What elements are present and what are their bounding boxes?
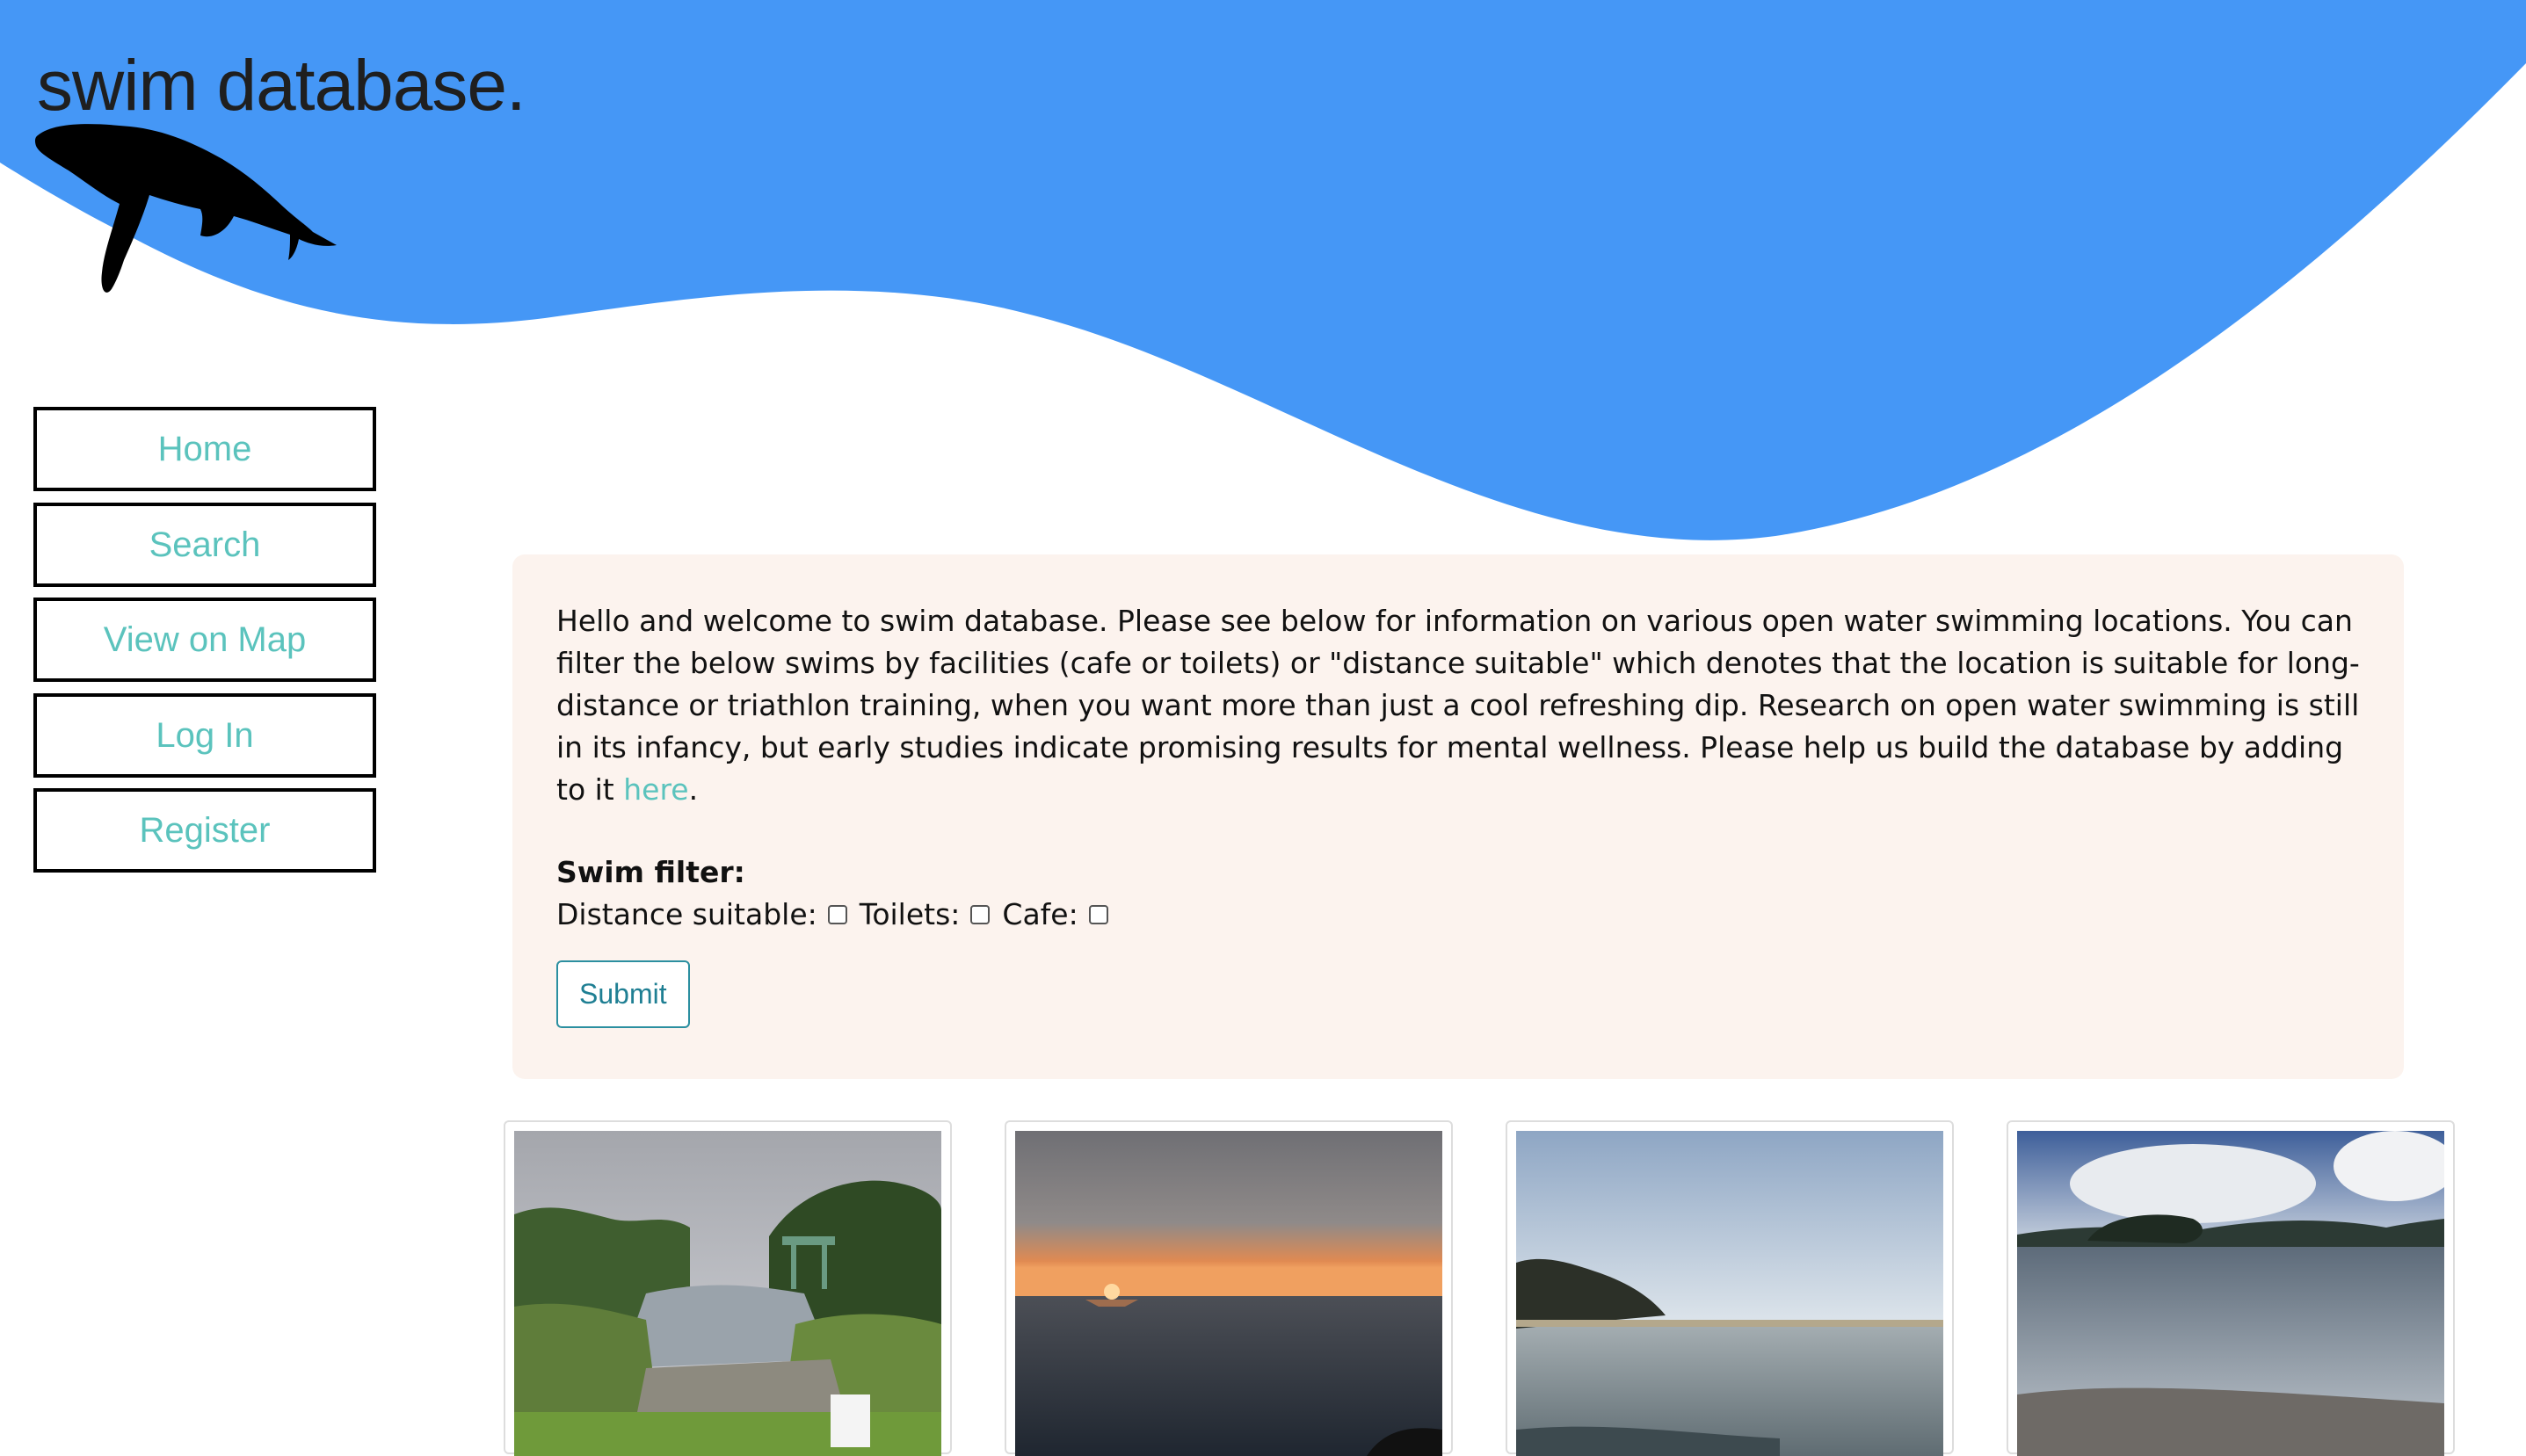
lake-photo[interactable] xyxy=(2017,1131,2444,1456)
intro-paragraph: Hello and welcome to swim database. Plea… xyxy=(556,600,2360,811)
toilets-checkbox[interactable] xyxy=(970,905,991,924)
swim-card[interactable] xyxy=(504,1120,952,1456)
swim-card[interactable] xyxy=(2007,1120,2455,1456)
nav-register-button[interactable]: Register xyxy=(33,788,376,873)
swim-card[interactable] xyxy=(1506,1120,1954,1456)
toilets-label: Toilets: xyxy=(859,897,961,931)
intro-text: Hello and welcome to swim database. Plea… xyxy=(556,604,2360,807)
submit-button[interactable]: Submit xyxy=(556,960,690,1028)
filter-heading: Swim filter: xyxy=(556,855,745,889)
main-nav: Home Search View on Map Log In Register xyxy=(33,407,376,884)
distance-checkbox[interactable] xyxy=(827,905,847,924)
nav-search-button[interactable]: Search xyxy=(33,502,376,587)
swim-card[interactable] xyxy=(1005,1120,1453,1456)
cafe-checkbox[interactable] xyxy=(1088,905,1108,924)
intro-period: . xyxy=(688,772,699,807)
add-swim-link[interactable]: here xyxy=(623,772,688,807)
nav-login-button[interactable]: Log In xyxy=(33,692,376,778)
nav-map-button[interactable]: View on Map xyxy=(33,598,376,682)
nav-home-button[interactable]: Home xyxy=(33,407,376,491)
distance-label: Distance suitable: xyxy=(556,897,817,931)
intro-panel: Hello and welcome to swim database. Plea… xyxy=(512,554,2404,1079)
site-title: swim database. xyxy=(37,46,526,126)
whale-icon xyxy=(34,124,338,293)
cafe-label: Cafe: xyxy=(1002,897,1078,931)
sunset-sea-photo[interactable] xyxy=(1015,1131,1442,1456)
river-photo[interactable] xyxy=(514,1131,941,1456)
filter-row: Distance suitable: Toilets: Cafe: xyxy=(556,894,2360,936)
coastline-photo[interactable] xyxy=(1516,1131,1943,1456)
